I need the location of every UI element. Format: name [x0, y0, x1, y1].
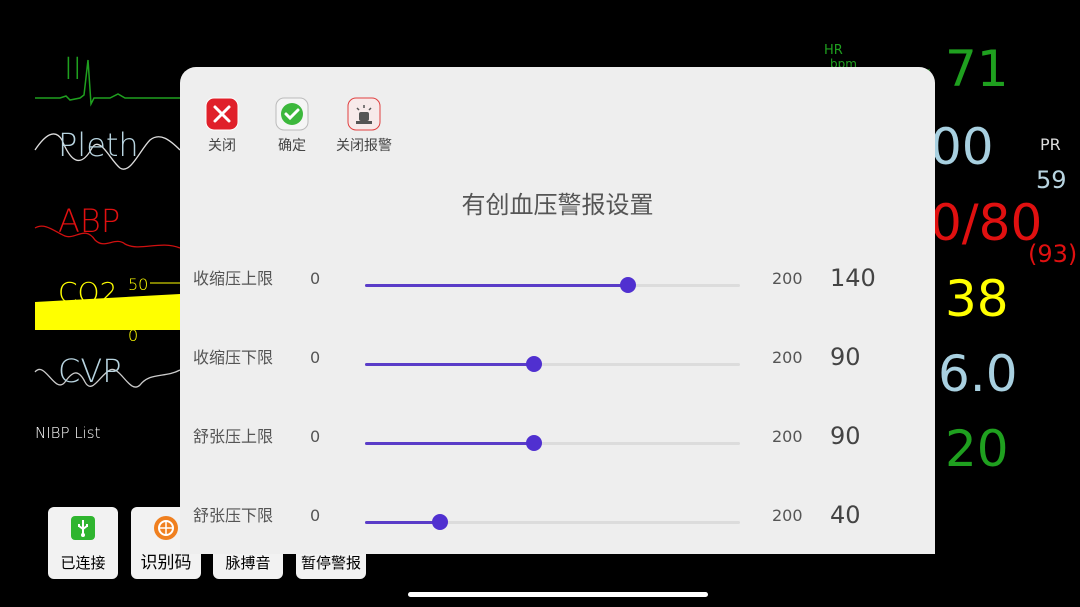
spo2-value: 00	[930, 118, 994, 176]
limit-name: 舒张压上限	[193, 427, 274, 446]
cvp-value: 6.0	[938, 345, 1018, 403]
limit-value: 40	[830, 501, 861, 529]
qr-code-icon	[153, 515, 179, 545]
confirm-button-label: 确定	[278, 138, 306, 154]
co2-scale-top: 50	[128, 275, 149, 294]
alarm-pause-button-label: 暂停警报	[300, 554, 361, 572]
resp-value: 20	[945, 420, 1009, 478]
slider-fill	[365, 521, 440, 524]
alarm-limit-row: 舒张压上限 0 200 90	[180, 422, 935, 465]
limit-value: 140	[830, 264, 876, 292]
pulse-sound-button-label: 脉搏音	[225, 554, 271, 572]
slider-thumb[interactable]	[525, 356, 542, 372]
slider-thumb[interactable]	[525, 435, 542, 451]
co2-label: CO2	[58, 276, 118, 309]
nibp-list-link[interactable]: NIBP List	[35, 424, 101, 442]
hr-label: HR	[824, 43, 843, 58]
alarm-limit-row: 舒张压下限 0 200 40	[180, 501, 935, 544]
connection-button-label: 已连接	[60, 554, 106, 572]
pr-label: PR	[1040, 135, 1061, 154]
slider-thumb[interactable]	[432, 514, 448, 530]
limit-slider[interactable]	[365, 277, 740, 293]
close-button-label: 关闭	[208, 138, 236, 154]
slider-max-label: 200	[772, 348, 803, 367]
limit-value: 90	[830, 343, 861, 371]
limit-name: 收缩压上限	[193, 269, 274, 288]
check-icon	[275, 97, 309, 131]
alarm-limit-row: 收缩压下限 0 200 90	[180, 343, 935, 386]
slider-fill	[365, 363, 534, 366]
ecg-waveform	[35, 59, 180, 107]
abp-label: ABP	[58, 202, 121, 240]
co2-value: 38	[945, 270, 1009, 328]
close-icon	[205, 97, 239, 131]
pr-value: 59	[1036, 166, 1067, 194]
slider-min-label: 0	[310, 348, 321, 367]
slider-fill	[365, 442, 534, 445]
slider-max-label: 200	[772, 269, 803, 288]
limit-name: 舒张压下限	[193, 506, 274, 525]
alarm-limit-row: 收缩压上限 0 200 140	[180, 264, 935, 307]
usb-icon	[70, 515, 96, 545]
slider-max-label: 200	[772, 427, 803, 446]
co2-scale-bottom: 0	[128, 326, 139, 345]
pleth-label: Pleth	[58, 126, 139, 164]
alarm-off-button-label: 关闭报警	[336, 138, 392, 154]
confirm-button[interactable]: 确定	[262, 97, 322, 155]
limit-value: 90	[830, 422, 861, 450]
slider-thumb[interactable]	[619, 277, 636, 293]
alarm-off-button[interactable]: 关闭报警	[334, 97, 394, 155]
hr-value: 71	[945, 40, 1009, 98]
ibp-alarm-settings-dialog: 关闭 确定 关闭报警 有创血压警报设置 收缩压上限 0 200 140 收缩压下限 0 20…	[180, 67, 935, 554]
alarm-light-icon	[347, 97, 381, 131]
cvp-label: CVP	[58, 352, 122, 390]
ecg-lead-label: II	[64, 52, 82, 87]
abp-value: 0/80	[930, 194, 1043, 252]
close-button[interactable]: 关闭	[192, 97, 252, 155]
home-indicator[interactable]	[408, 592, 708, 597]
limit-name: 收缩压下限	[193, 348, 274, 367]
slider-fill	[365, 284, 628, 287]
slider-min-label: 0	[310, 427, 321, 446]
limit-slider[interactable]	[365, 435, 740, 451]
slider-min-label: 0	[310, 506, 321, 525]
slider-max-label: 200	[772, 506, 803, 525]
limit-slider[interactable]	[365, 514, 740, 530]
dialog-title: 有创血压警报设置	[461, 191, 654, 219]
connection-button[interactable]: 已连接	[48, 507, 118, 579]
abp-mean-value: (93)	[1028, 240, 1078, 268]
limit-slider[interactable]	[365, 356, 740, 372]
slider-min-label: 0	[310, 269, 321, 288]
